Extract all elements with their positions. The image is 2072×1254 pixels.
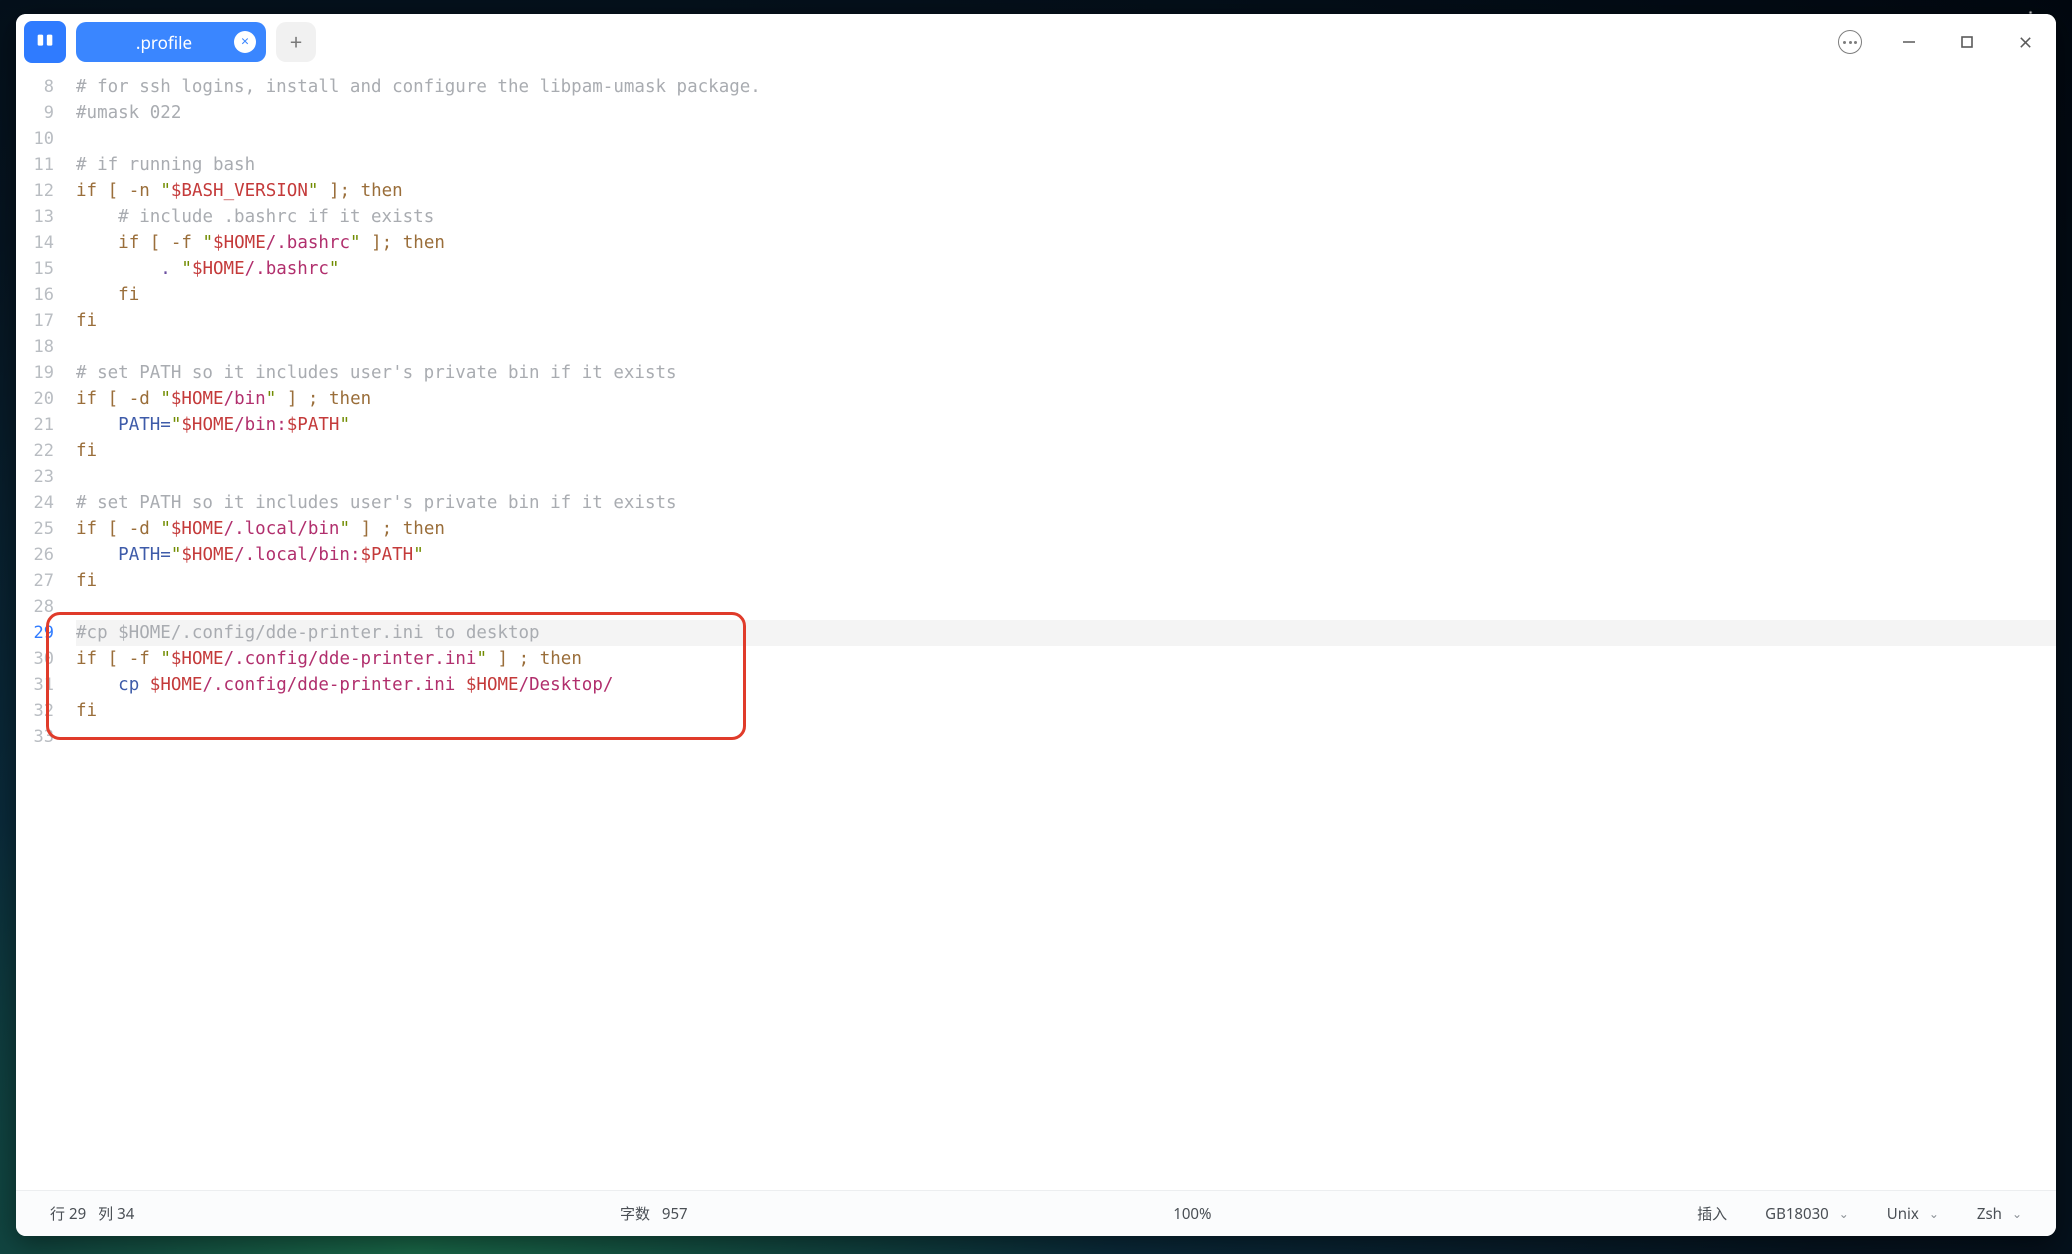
line-number: 28 [16,594,62,620]
line-number: 17 [16,308,62,334]
line-number: 21 [16,412,62,438]
line-number: 11 [16,152,62,178]
code-line[interactable]: fi [76,282,2056,308]
code-line[interactable]: # set PATH so it includes user's private… [76,360,2056,386]
code-line[interactable]: #umask 022 [76,100,2056,126]
close-icon [2018,35,2033,50]
code-line[interactable]: # for ssh logins, install and configure … [76,74,2056,100]
line-number: 23 [16,464,62,490]
line-number: 33 [16,724,62,750]
line-number: 12 [16,178,62,204]
line-number: 9 [16,100,62,126]
editor-window: .profile × + 891011121314151617181920212… [16,14,2056,1236]
line-number: 15 [16,256,62,282]
code-line[interactable] [76,464,2056,490]
line-number: 13 [16,204,62,230]
line-number: 27 [16,568,62,594]
line-ending-selector[interactable]: Unix ⌄ [1887,1204,1939,1224]
cursor-position[interactable]: 行 29 列 34 [50,1203,134,1224]
line-number: 32 [16,698,62,724]
tab-label: .profile [94,31,234,54]
code-line[interactable]: if [ -d "$HOME/bin" ] ; then [76,386,2056,412]
close-button[interactable] [2014,31,2036,53]
editor-area[interactable]: 8910111213141516171819202122232425262728… [16,70,2056,1190]
quote-icon [34,31,56,53]
code-line[interactable]: # if running bash [76,152,2056,178]
chevron-down-icon: ⌄ [1929,1205,1939,1222]
line-number: 26 [16,542,62,568]
line-number: 10 [16,126,62,152]
code-line[interactable] [76,594,2056,620]
code-line[interactable] [76,724,2056,750]
row-label: 行 [50,1203,65,1224]
language-selector[interactable]: Zsh ⌄ [1977,1204,2022,1224]
minimize-button[interactable] [1898,31,1920,53]
line-number-gutter: 8910111213141516171819202122232425262728… [16,70,62,1190]
maximize-button[interactable] [1956,31,1978,53]
row-value: 29 [69,1204,86,1224]
code-line[interactable]: PATH="$HOME/.local/bin:$PATH" [76,542,2056,568]
col-label: 列 [98,1203,113,1224]
code-content[interactable]: # for ssh logins, install and configure … [62,70,2056,1190]
line-number: 22 [16,438,62,464]
line-number: 30 [16,646,62,672]
zoom-level[interactable]: 100% [1173,1204,1211,1224]
code-line[interactable]: if [ -f "$HOME/.bashrc" ]; then [76,230,2056,256]
code-line[interactable]: if [ -f "$HOME/.config/dde-printer.ini" … [76,646,2056,672]
line-number: 18 [16,334,62,360]
code-line[interactable] [76,334,2056,360]
char-count-value: 957 [662,1204,688,1224]
code-line[interactable]: fi [76,438,2056,464]
code-line[interactable]: if [ -d "$HOME/.local/bin" ] ; then [76,516,2056,542]
code-line[interactable]: fi [76,308,2056,334]
insert-mode[interactable]: 插入 [1697,1203,1727,1224]
code-line[interactable]: PATH="$HOME/bin:$PATH" [76,412,2056,438]
minimize-icon [1901,34,1917,50]
col-value: 34 [117,1204,134,1224]
app-icon [24,21,66,63]
code-line[interactable]: # set PATH so it includes user's private… [76,490,2056,516]
encoding-selector[interactable]: GB18030 ⌄ [1765,1204,1849,1224]
line-number: 14 [16,230,62,256]
window-controls [1838,30,2044,54]
char-count-label: 字数 [620,1203,650,1224]
code-line[interactable]: fi [76,698,2056,724]
code-line[interactable]: cp $HOME/.config/dde-printer.ini $HOME/D… [76,672,2056,698]
chevron-down-icon: ⌄ [2012,1205,2022,1222]
line-number: 19 [16,360,62,386]
line-number: 24 [16,490,62,516]
char-count: 字数 957 [620,1203,688,1224]
line-number: 20 [16,386,62,412]
line-number: 29 [16,620,62,646]
code-line[interactable]: # include .bashrc if it exists [76,204,2056,230]
titlebar: .profile × + [16,14,2056,70]
new-tab-button[interactable]: + [276,22,316,62]
menu-button[interactable] [1838,30,1862,54]
maximize-icon [1959,34,1975,50]
tab-profile[interactable]: .profile × [76,22,266,62]
code-line[interactable]: #cp $HOME/.config/dde-printer.ini to des… [76,620,2056,646]
line-number: 31 [16,672,62,698]
code-line[interactable] [76,126,2056,152]
code-line[interactable]: . "$HOME/.bashrc" [76,256,2056,282]
code-line[interactable]: fi [76,568,2056,594]
line-number: 16 [16,282,62,308]
code-line[interactable]: if [ -n "$BASH_VERSION" ]; then [76,178,2056,204]
statusbar: 行 29 列 34 字数 957 100% 插入 GB18030 ⌄ [16,1190,2056,1236]
line-number: 8 [16,74,62,100]
tab-close-button[interactable]: × [234,31,256,53]
line-number: 25 [16,516,62,542]
chevron-down-icon: ⌄ [1839,1205,1849,1222]
